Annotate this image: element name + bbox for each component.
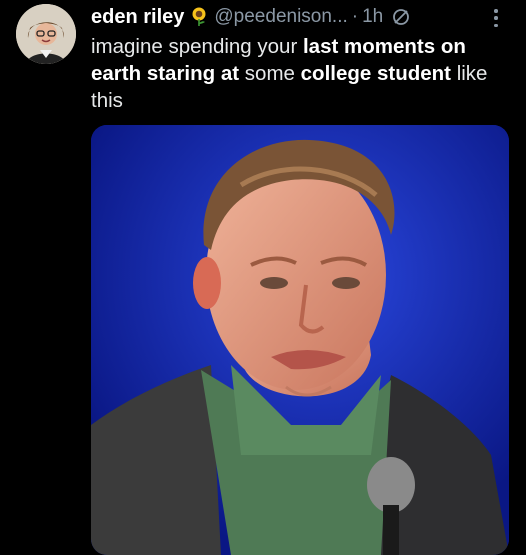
- separator-dot: ·: [351, 6, 359, 27]
- tweet-text: imagine spending your last moments on ea…: [91, 33, 511, 114]
- more-vertical-icon[interactable]: [494, 9, 498, 27]
- comedian-photo: [91, 125, 509, 555]
- avatar[interactable]: [16, 4, 76, 64]
- handle[interactable]: @peedenison...: [214, 6, 347, 28]
- tweet-header: eden riley @peedenison... · 1h: [91, 4, 526, 30]
- text-part: imagine spending your: [91, 35, 303, 58]
- text-part: some: [239, 62, 301, 85]
- display-name[interactable]: eden riley: [91, 6, 184, 29]
- tweet-photo[interactable]: [91, 125, 509, 555]
- text-part-bold: college student: [300, 62, 451, 85]
- tweet[interactable]: eden riley @peedenison... · 1h imagine s…: [0, 0, 526, 555]
- sunflower-icon: [190, 7, 208, 27]
- circle-slash-icon: [391, 7, 411, 27]
- timestamp[interactable]: 1h: [362, 6, 383, 28]
